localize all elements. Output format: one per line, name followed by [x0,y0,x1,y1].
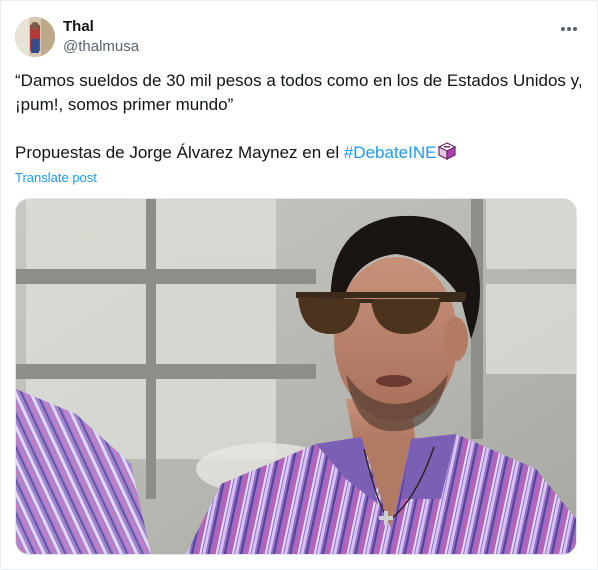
hashtag-link[interactable]: #DebateINE [344,143,437,162]
ballot-box-icon [437,141,457,168]
translate-post-link[interactable]: Translate post [15,170,97,185]
tweet-card: Thal @thalmusa “Damos sueldos de 30 mil … [0,0,598,570]
tweet-header: Thal @thalmusa [15,15,583,59]
more-dots-icon[interactable] [555,19,583,39]
tweet-image[interactable] [15,198,577,555]
tweet-text: “Damos sueldos de 30 mil pesos a todos c… [15,69,585,168]
tweet-quote: “Damos sueldos de 30 mil pesos a todos c… [15,71,588,114]
avatar[interactable] [15,17,55,57]
display-name[interactable]: Thal [63,17,139,37]
tweet-line2: Propuestas de Jorge Álvarez Maynez en el [15,143,344,162]
author-names: Thal @thalmusa [63,17,139,57]
user-handle[interactable]: @thalmusa [63,37,139,57]
